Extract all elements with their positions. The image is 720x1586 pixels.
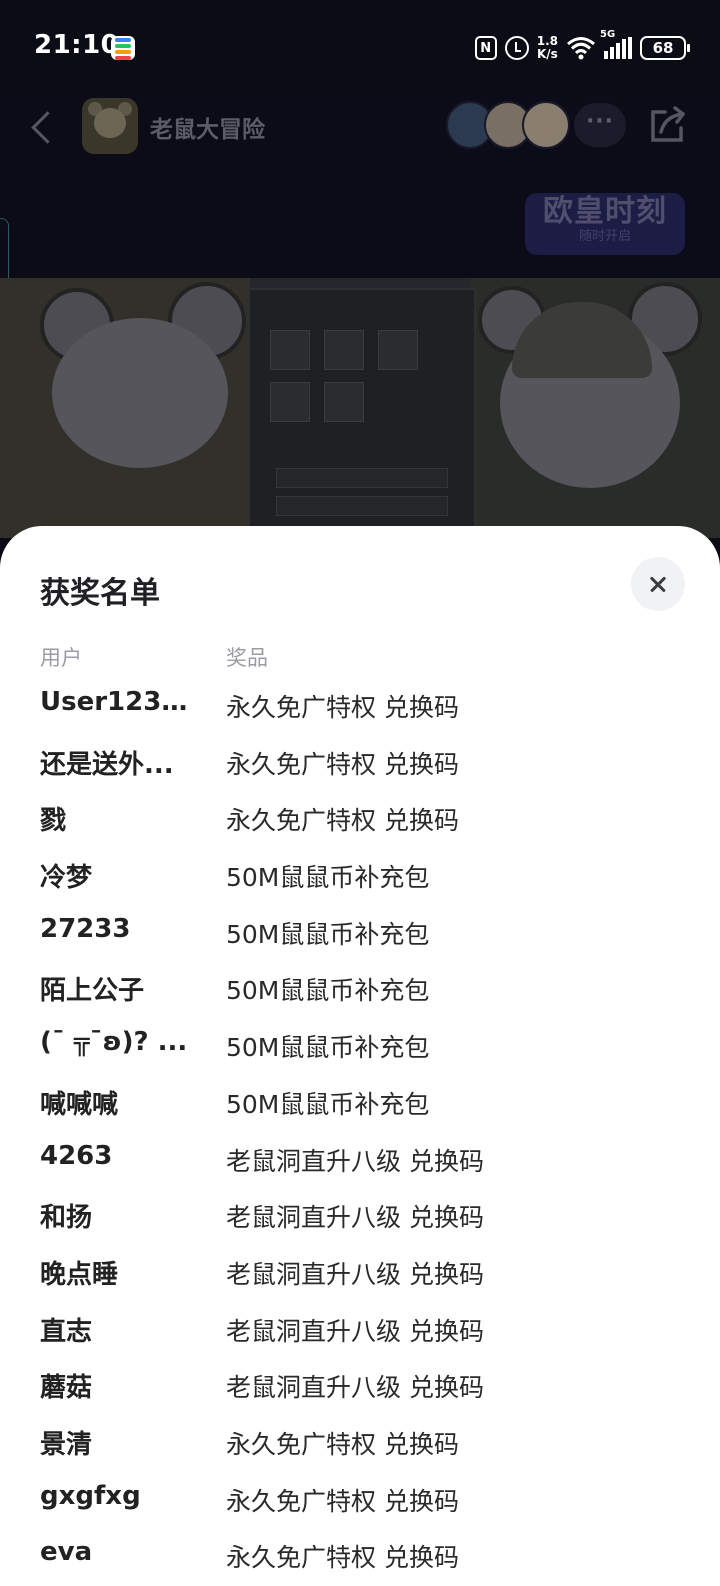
winner-prize: 永久免广特权 兑换码 <box>226 1543 459 1573</box>
winner-prize: 50M鼠鼠币补充包 <box>226 976 430 1006</box>
winner-user: 4263 <box>40 1140 113 1171</box>
winner-prize: 老鼠洞直升八级 兑换码 <box>226 1203 484 1233</box>
share-icon[interactable] <box>645 104 689 148</box>
status-bar: 21:10 N 1.8 K/s 5G 68 <box>0 0 720 96</box>
list-item: 冷梦 50M鼠鼠币补充包 <box>0 849 720 906</box>
winner-prize: 永久免广特权 兑换码 <box>226 693 459 722</box>
network-type: 5G <box>600 29 616 40</box>
wallet-app-icon <box>111 36 135 60</box>
winner-user: 冷梦 <box>40 863 93 894</box>
winners-list: User123... 永久免广特权 兑换码 还是送外... 永久免广特权 兑换码 戮… <box>0 679 720 1586</box>
winner-user: 还是送外... <box>40 749 174 780</box>
list-item: 还是送外... 永久免广特权 兑换码 <box>0 736 720 793</box>
column-header-user: 用户 <box>40 646 82 670</box>
winner-prize: 永久免广特权 兑换码 <box>226 1429 459 1459</box>
winner-user: (¯ ╦¯ʚ)? ... <box>40 1027 188 1058</box>
game-avatar[interactable] <box>82 98 138 154</box>
winner-user: 和扬 <box>40 1203 93 1234</box>
winner-user: 27233 <box>40 913 131 944</box>
close-button[interactable] <box>631 557 685 611</box>
list-item: 陌上公子 50M鼠鼠币补充包 <box>0 962 720 1019</box>
winner-prize: 50M鼠鼠币补充包 <box>226 1033 430 1063</box>
list-item: 27233 50M鼠鼠币补充包 <box>0 906 720 963</box>
winner-prize: 永久免广特权 兑换码 <box>226 1486 459 1516</box>
battery-level: 68 <box>652 39 674 57</box>
winner-prize: 50M鼠鼠币补充包 <box>226 919 430 949</box>
network-speed-value: 1.8 <box>536 34 558 48</box>
list-item: eva 永久免广特权 兑换码 <box>0 1529 720 1586</box>
game-title[interactable]: 老鼠大冒险 <box>150 110 265 144</box>
winner-prize: 老鼠洞直升八级 兑换码 <box>226 1373 484 1403</box>
winner-user: eva <box>40 1537 93 1568</box>
sheet-title: 获奖名单 <box>40 576 160 611</box>
list-item: 4263 老鼠洞直升八级 兑换码 <box>0 1133 720 1190</box>
wifi-icon <box>567 37 595 60</box>
lucky-moment-badge[interactable]: 欧皇时刻 随时开启 <box>525 193 685 255</box>
winner-prize: 老鼠洞直升八级 兑换码 <box>226 1146 484 1176</box>
back-arrow-icon[interactable] <box>28 112 60 144</box>
list-item: 直志 老鼠洞直升八级 兑换码 <box>0 1303 720 1360</box>
winner-user: User123... <box>40 687 190 717</box>
status-icons: N 1.8 K/s 5G 68 <box>474 29 690 64</box>
avatar <box>522 101 570 149</box>
winner-prize: 永久免广特权 兑换码 <box>226 806 459 836</box>
list-item: 景清 永久免广特权 兑换码 <box>0 1416 720 1473</box>
column-header-prize: 奖品 <box>226 646 268 670</box>
winner-user: 晚点睡 <box>40 1259 119 1290</box>
winner-user: 戮 <box>40 806 67 837</box>
winner-user: 蘑菇 <box>40 1373 93 1404</box>
winner-user: 直志 <box>40 1316 93 1347</box>
more-button[interactable]: ··· <box>574 103 626 147</box>
network-speed: 1.8 K/s <box>537 35 558 61</box>
list-item: User123... 永久免广特权 兑换码 <box>0 679 720 736</box>
winner-prize: 老鼠洞直升八级 兑换码 <box>226 1316 484 1346</box>
status-time: 21:10 <box>34 30 120 60</box>
winners-sheet: 获奖名单 用户 奖品 User123... 永久免广特权 兑换码 还是送外... 永… <box>0 526 720 1586</box>
winner-user: 陌上公子 <box>40 976 145 1007</box>
winner-prize: 老鼠洞直升八级 兑换码 <box>226 1259 484 1289</box>
winner-user: 喊喊喊 <box>40 1089 119 1120</box>
winner-prize: 永久免广特权 兑换码 <box>226 749 459 779</box>
winner-user: 景清 <box>40 1429 93 1460</box>
battery-icon: 68 <box>640 36 690 60</box>
list-item: (¯ ╦¯ʚ)? ... 50M鼠鼠币补充包 <box>0 1019 720 1076</box>
list-item: 和扬 老鼠洞直升八级 兑换码 <box>0 1189 720 1246</box>
game-inventory-panel <box>248 288 476 537</box>
winner-prize: 50M鼠鼠币补充包 <box>226 1089 430 1119</box>
list-item: gxgfxg 永久免广特权 兑换码 <box>0 1473 720 1530</box>
list-item: 蘑菇 老鼠洞直升八级 兑换码 <box>0 1359 720 1416</box>
game-banner-art <box>0 278 720 538</box>
alarm-icon <box>504 36 529 60</box>
list-item: 喊喊喊 50M鼠鼠币补充包 <box>0 1076 720 1133</box>
list-item: 戮 永久免广特权 兑换码 <box>0 792 720 849</box>
cellular-signal-icon: 5G <box>600 29 632 59</box>
badge-title: 欧皇时刻 <box>543 194 667 229</box>
list-item: 晚点睡 老鼠洞直升八级 兑换码 <box>0 1246 720 1303</box>
network-speed-unit: K/s <box>536 47 558 61</box>
winner-prize: 50M鼠鼠币补充包 <box>226 863 430 893</box>
nfc-icon: N <box>474 36 497 60</box>
winner-user: gxgfxg <box>40 1480 141 1511</box>
badge-subtitle: 随时开启 <box>578 229 631 244</box>
